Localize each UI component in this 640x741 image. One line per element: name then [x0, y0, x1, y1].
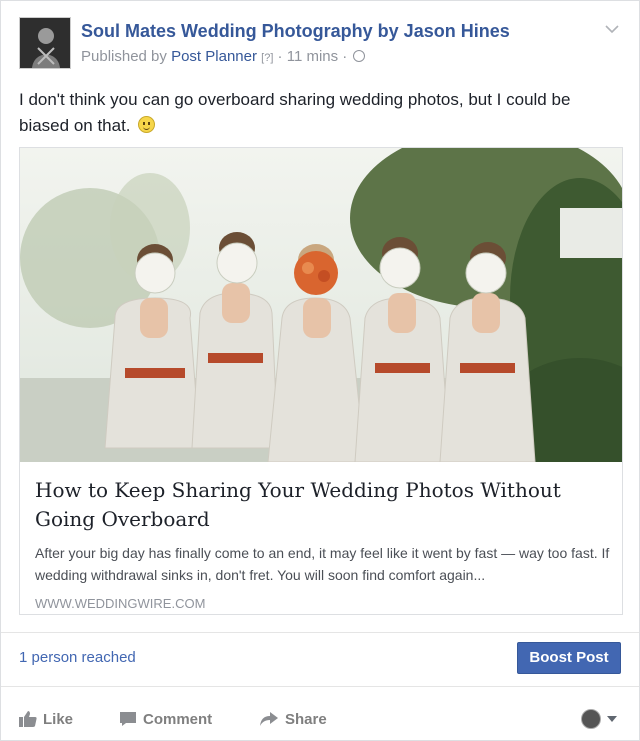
page-name-link[interactable]: Soul Mates Wedding Photography by Jason … — [81, 21, 510, 42]
post-meta: Published by Post Planner [?] · 11 mins … — [81, 48, 366, 65]
link-preview-text: How to Keep Sharing Your Wedding Photos … — [35, 476, 610, 611]
reach-link[interactable]: 1 person reached — [19, 649, 136, 666]
link-preview-card[interactable]: How to Keep Sharing Your Wedding Photos … — [19, 147, 623, 615]
help-marker[interactable]: [?] — [261, 52, 273, 64]
action-bar: Like Comment Share — [19, 701, 621, 741]
link-description: After your big day has finally come to a… — [35, 545, 610, 583]
like-label: Like — [43, 711, 74, 728]
publisher-link[interactable]: Post Planner — [171, 48, 257, 65]
share-arrow-icon — [259, 711, 279, 731]
link-title[interactable]: How to Keep Sharing Your Wedding Photos … — [35, 476, 610, 534]
post-message-text: I don't think you can go overboard shari… — [19, 90, 571, 135]
timestamp[interactable]: · 11 mins · — [278, 48, 348, 65]
facebook-post: Soul Mates Wedding Photography by Jason … — [0, 0, 640, 741]
boost-post-button[interactable]: Boost Post — [517, 642, 621, 674]
divider — [1, 632, 639, 633]
share-label: Share — [285, 711, 327, 728]
page-avatar[interactable] — [19, 17, 71, 69]
chevron-down-icon[interactable] — [603, 21, 621, 35]
thumbs-up-icon — [19, 711, 37, 731]
divider — [1, 686, 639, 687]
published-by-label: Published by — [81, 48, 167, 65]
like-button[interactable]: Like — [19, 711, 73, 731]
comment-label: Comment — [143, 711, 213, 728]
post-message: I don't think you can go overboard shari… — [19, 87, 619, 139]
avatar — [581, 709, 601, 729]
comment-button[interactable]: Comment — [119, 711, 212, 731]
post-header: Soul Mates Wedding Photography by Jason … — [19, 17, 621, 73]
caret-down-icon — [607, 716, 617, 722]
link-domain: WWW.WEDDINGWIRE.COM — [35, 596, 206, 611]
post-as-selector[interactable] — [581, 707, 621, 731]
globe-icon[interactable] — [353, 50, 366, 62]
smiley-emoji-icon — [138, 116, 156, 133]
comment-icon — [119, 711, 137, 731]
link-preview-image[interactable] — [20, 148, 622, 462]
share-button[interactable]: Share — [259, 711, 327, 731]
